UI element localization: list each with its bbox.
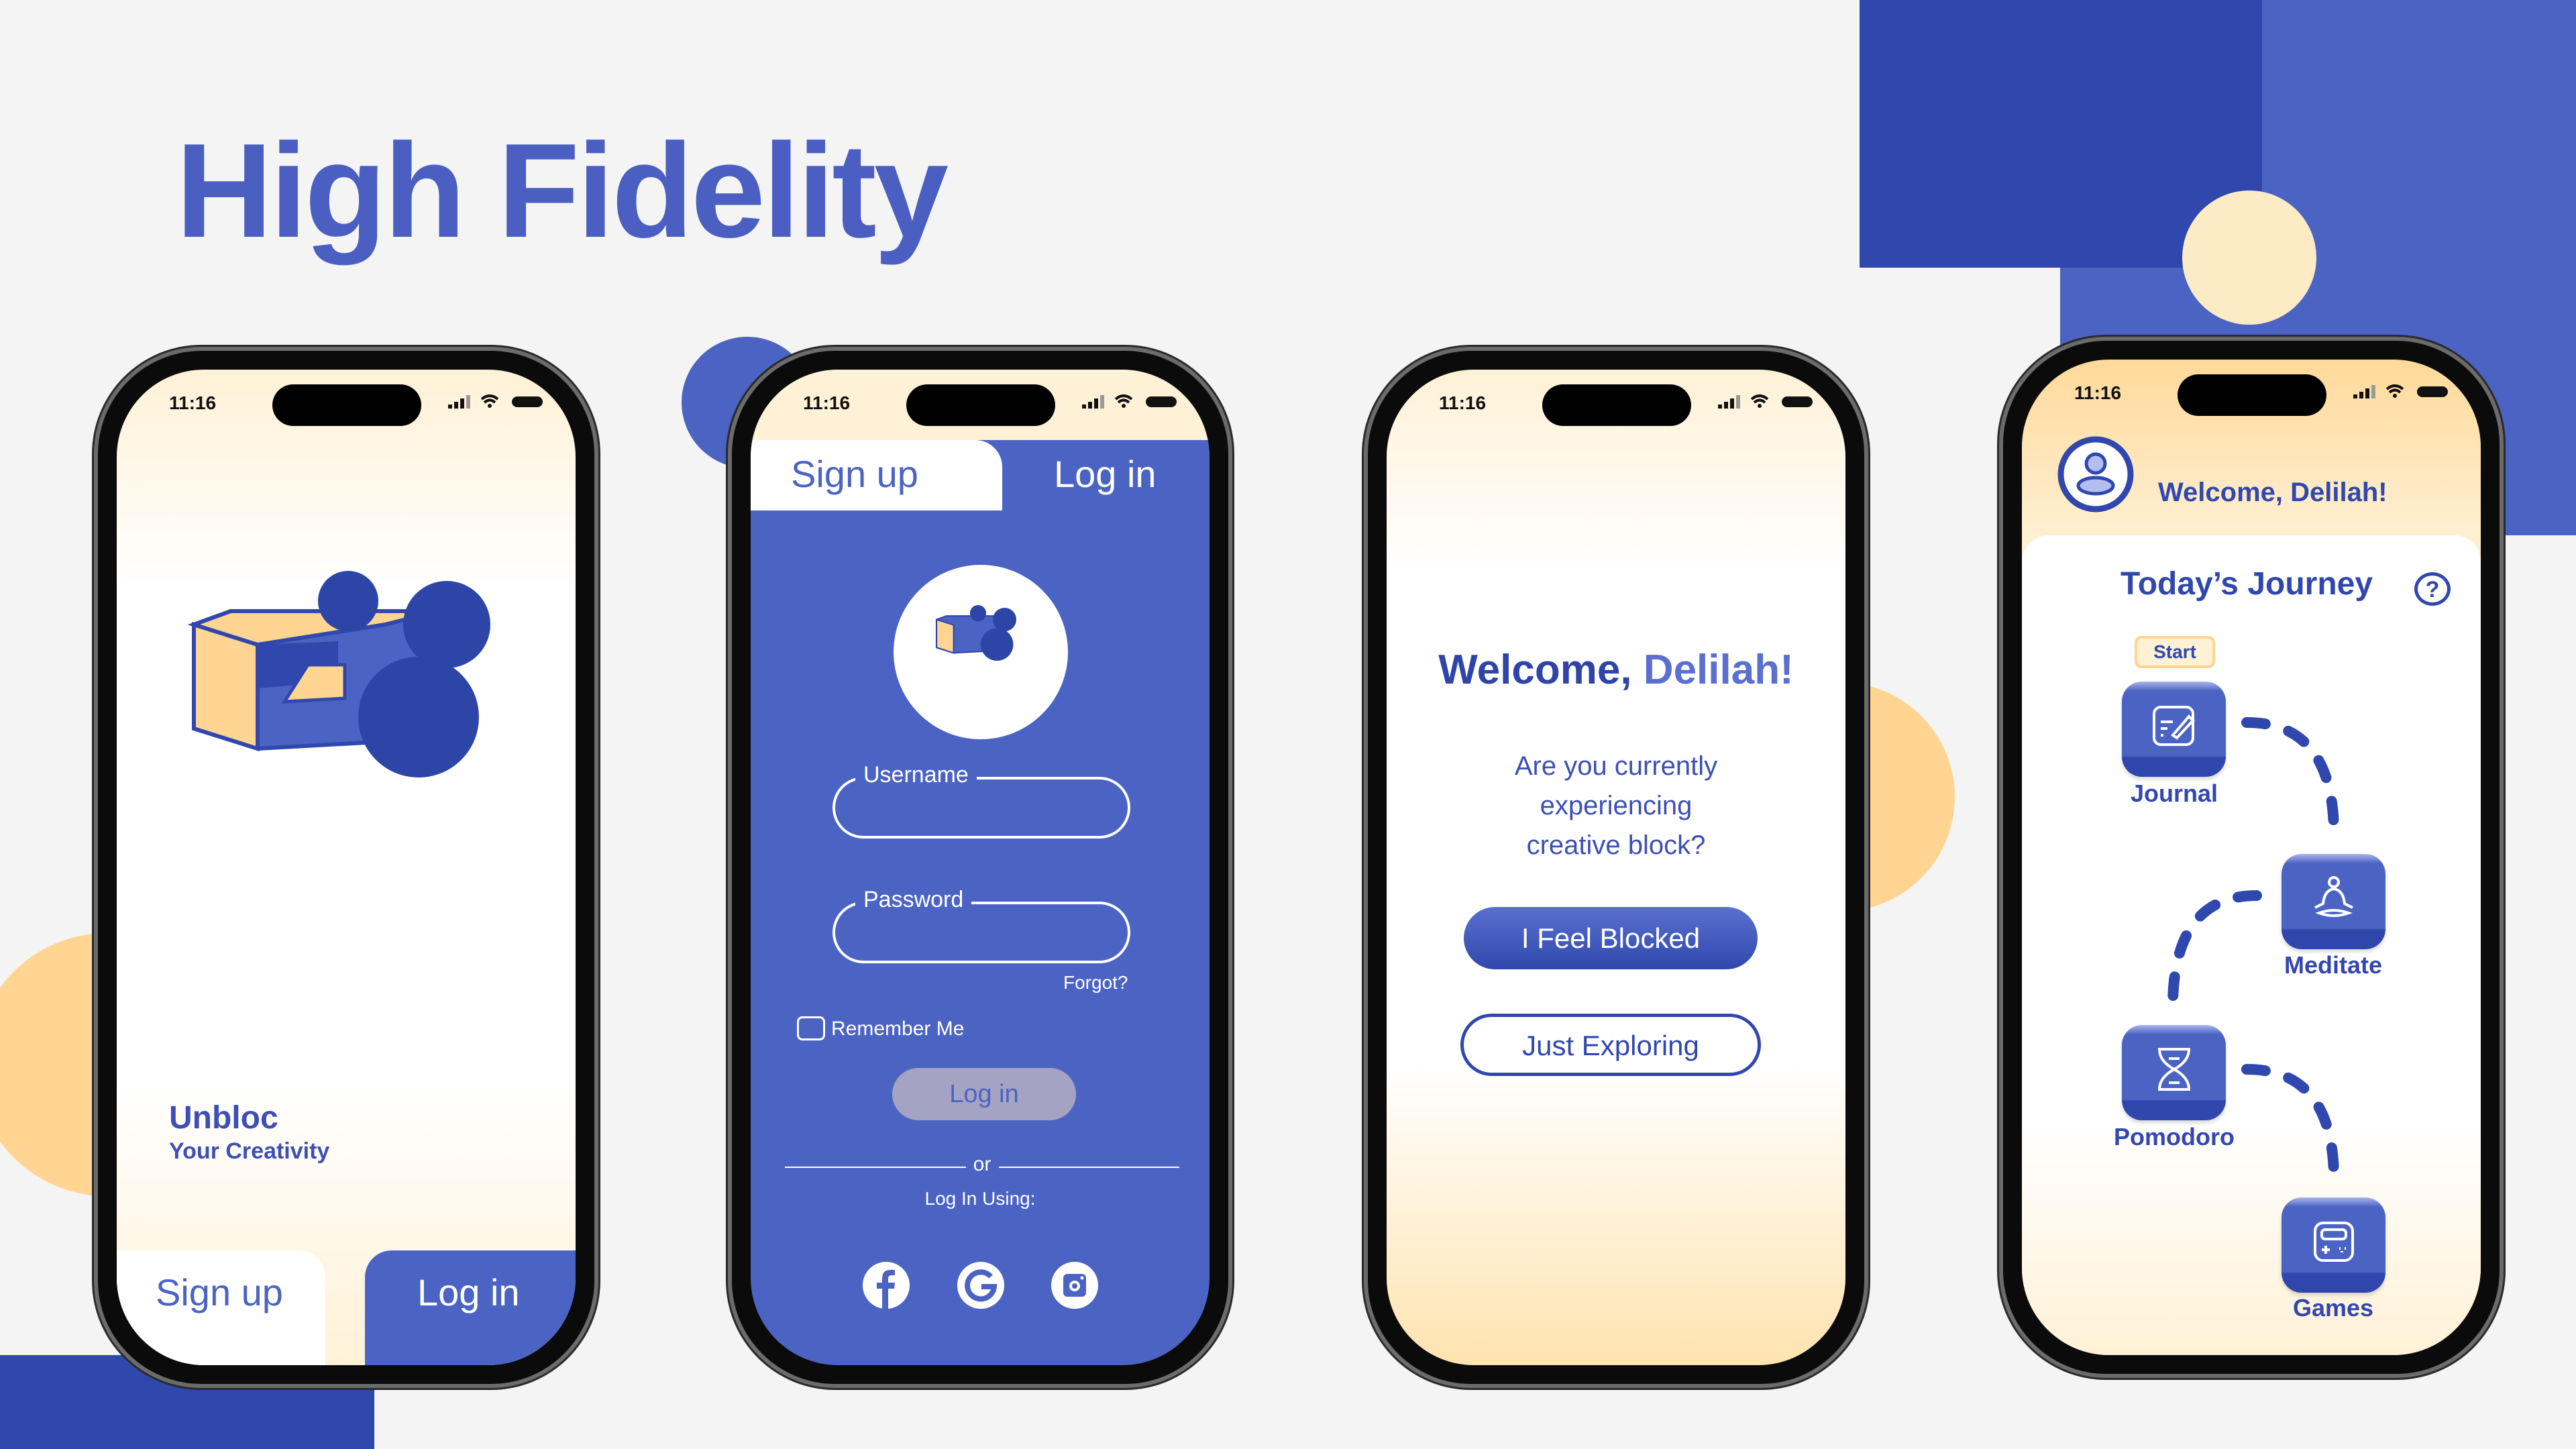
welcome-text: Welcome, Delilah! [2158,478,2387,507]
journey-card: Today’s Journey ? Start Journal Meditate… [2022,535,2481,1355]
password-label: Password [855,887,972,913]
login-using-text: Log In Using: [924,1188,1036,1209]
hourglass-icon [2157,1048,2191,1091]
start-badge: Start [2135,636,2215,668]
logo-circle [894,565,1068,739]
block-question: Are you currently experiencing creative … [1387,747,1845,865]
divider-right [999,1167,1179,1168]
status-icons [1718,394,1813,409]
remember-label: Remember Me [831,1018,965,1040]
status-time: 11:16 [169,392,217,413]
status-icons [2353,384,2448,398]
logo-cube-icon [935,605,1017,661]
phone-splash: 11:16 Unbloc Your Creativity Sign up Log… [94,347,598,1388]
journal-step-button[interactable] [2122,682,2226,777]
question-line: experiencing [1540,791,1693,820]
forgot-link[interactable]: Forgot? [1063,972,1128,994]
journey-path [2167,717,2339,1180]
avatar[interactable] [2057,435,2135,513]
signup-tab[interactable]: Sign up [751,440,1002,511]
question-line: Are you currently [1514,751,1718,781]
divider-left [785,1167,966,1168]
phone-welcome: 11:16 Welcome, Delilah! Are you currentl… [1364,347,1868,1388]
login-tab-label: Log in [417,1271,520,1313]
instagram-icon[interactable] [1051,1262,1098,1309]
password-input[interactable]: Password [833,887,1130,963]
dynamic-island [906,384,1055,426]
remember-checkbox[interactable] [797,1016,825,1040]
login-screen: 11:16 Sign up Log in Username Password F… [751,370,1210,1365]
splash-screen: 11:16 Unbloc Your Creativity Sign up Log… [117,370,576,1365]
journal-icon [2153,706,2195,746]
page-title: High Fidelity [176,116,949,266]
meditate-step-button[interactable] [2282,854,2385,949]
status-time: 11:16 [1439,392,1487,413]
login-tab-label: Log in [1054,453,1157,495]
pomodoro-step-button[interactable] [2122,1025,2226,1120]
login-tab[interactable]: Log in [1004,440,1210,514]
google-icon[interactable] [957,1262,1004,1309]
just-exploring-button[interactable]: Just Exploring [1460,1014,1761,1076]
tagline: Your Creativity [169,1138,330,1164]
feel-blocked-button[interactable]: I Feel Blocked [1464,907,1758,969]
facebook-icon[interactable] [863,1262,910,1309]
meditate-label: Meditate [2284,951,2383,979]
phone-journey: 11:16 Welcome, Delilah! Today’s Journey … [1999,337,2504,1378]
pomodoro-label: Pomodoro [2114,1123,2235,1150]
username-input[interactable]: Username [833,762,1130,839]
welcome-screen: 11:16 Welcome, Delilah! Are you currentl… [1387,370,1845,1365]
welcome-heading: Welcome, Delilah! [1387,646,1845,694]
welcome-prefix: Welcome, [1438,647,1644,693]
status-icons [448,394,543,409]
journey-screen: 11:16 Welcome, Delilah! Today’s Journey … [2022,360,2481,1355]
bg-cream-circle [2182,191,2316,325]
gamepad-icon [2314,1222,2354,1262]
login-tab[interactable]: Log in [365,1250,576,1365]
status-time: 11:16 [803,392,851,413]
status-time: 11:16 [2074,382,2122,403]
signup-tab-label: Sign up [791,453,918,495]
phone-login: 11:16 Sign up Log in Username Password F… [728,347,1232,1388]
user-name: Delilah! [1643,647,1794,693]
dynamic-island [2178,374,2326,416]
signup-tab-label: Sign up [156,1271,283,1313]
status-icons [1082,394,1177,409]
games-step-button[interactable] [2282,1197,2385,1293]
logo-cube-illustration [187,571,490,777]
meditate-icon [2314,876,2353,917]
journal-label: Journal [2130,780,2218,807]
signup-tab[interactable]: Sign up [117,1250,325,1365]
app-name: Unbloc [169,1100,278,1136]
or-text: or [973,1153,991,1175]
games-label: Games [2292,1294,2374,1322]
question-line: creative block? [1526,830,1706,860]
dynamic-island [1542,384,1691,426]
dynamic-island [272,384,421,426]
username-label: Username [855,762,977,788]
login-button[interactable]: Log in [892,1068,1076,1120]
